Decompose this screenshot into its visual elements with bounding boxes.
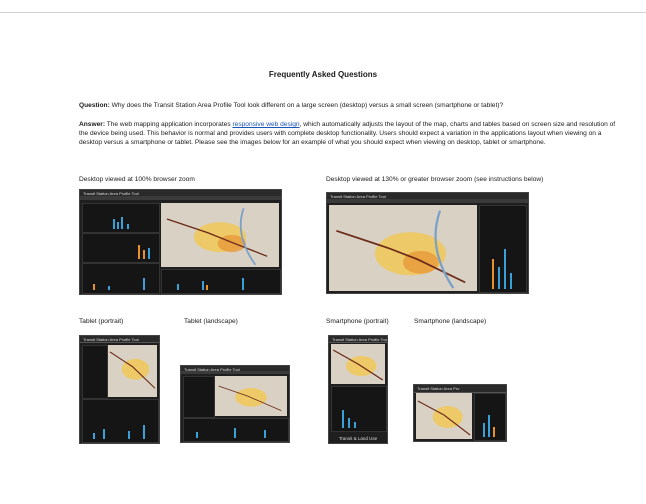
- chart-panel: [331, 386, 387, 432]
- caption-phone-landscape: Smartphone (landscape): [414, 318, 487, 325]
- chart-panel: [183, 376, 215, 418]
- answer-label: Answer:: [79, 121, 106, 128]
- screenshot-tablet-landscape: Transit Station Area Profile Tool: [180, 365, 290, 443]
- caption-tablet-portrait: Tablet (portrait): [79, 318, 124, 325]
- map-view: [416, 393, 472, 439]
- chart-panel: [82, 345, 108, 399]
- page-title: Frequently Asked Questions: [268, 70, 378, 79]
- answer-paragraph: Answer: The web mapping application inco…: [79, 120, 619, 147]
- question-text: Why does the Transit Station Area Profil…: [111, 102, 504, 109]
- chart-panel: [82, 203, 160, 233]
- question-label: Question:: [79, 102, 110, 109]
- map-view: [329, 205, 477, 291]
- chart-panel: [479, 205, 527, 293]
- screenshot-phone-landscape: Transit Station Area Pro: [413, 384, 507, 442]
- chart-panel: [474, 393, 506, 441]
- chart-panel: [82, 399, 159, 443]
- app-header: Transit Station Area Pro: [414, 385, 506, 393]
- app-tabs: [80, 196, 281, 201]
- app-title: Transit Station Area Profile Tool: [83, 337, 139, 342]
- chart-panel: [82, 233, 160, 263]
- caption-desktop-100: Desktop viewed at 100% browser zoom: [79, 176, 195, 183]
- caption-tablet-landscape: Tablet (landscape): [184, 318, 238, 325]
- answer-text-pre: The web mapping application incorporates: [106, 121, 231, 128]
- app-tabs: [181, 370, 289, 374]
- screenshot-tablet-portrait: Transit Station Area Profile Tool: [79, 335, 160, 444]
- top-rule: [0, 12, 646, 13]
- app-tabs: [327, 199, 528, 203]
- app-header: Transit Station Area Profile Tool: [80, 336, 159, 344]
- screenshot-desktop-100: Transit Station Area Profile Tool: [79, 189, 282, 295]
- question-paragraph: Question: Why does the Transit Station A…: [79, 101, 619, 110]
- screenshot-phone-portrait: Transit Station Area Profile Tool Transi…: [328, 335, 388, 444]
- map-view: [161, 203, 279, 267]
- caption-phone-portrait: Smartphone (portrait): [326, 318, 389, 325]
- map-view: [331, 344, 385, 384]
- app-header: Transit Station Area Profile Tool: [329, 336, 388, 344]
- chart-panel: [82, 263, 160, 294]
- chart-panel: [183, 418, 289, 442]
- screenshot-desktop-130: Transit Station Area Profile Tool: [326, 192, 529, 294]
- caption-desktop-130: Desktop viewed at 130% or greater browse…: [326, 176, 544, 183]
- footer-label: Transit & Land Use: [338, 436, 378, 441]
- map-view: [215, 376, 287, 416]
- app-title: Transit Station Area Pro: [417, 386, 460, 391]
- map-view: [108, 345, 157, 397]
- responsive-web-design-link[interactable]: responsive web design: [232, 121, 299, 128]
- chart-panel: [161, 269, 281, 294]
- app-title: Transit Station Area Profile Tool: [332, 337, 388, 342]
